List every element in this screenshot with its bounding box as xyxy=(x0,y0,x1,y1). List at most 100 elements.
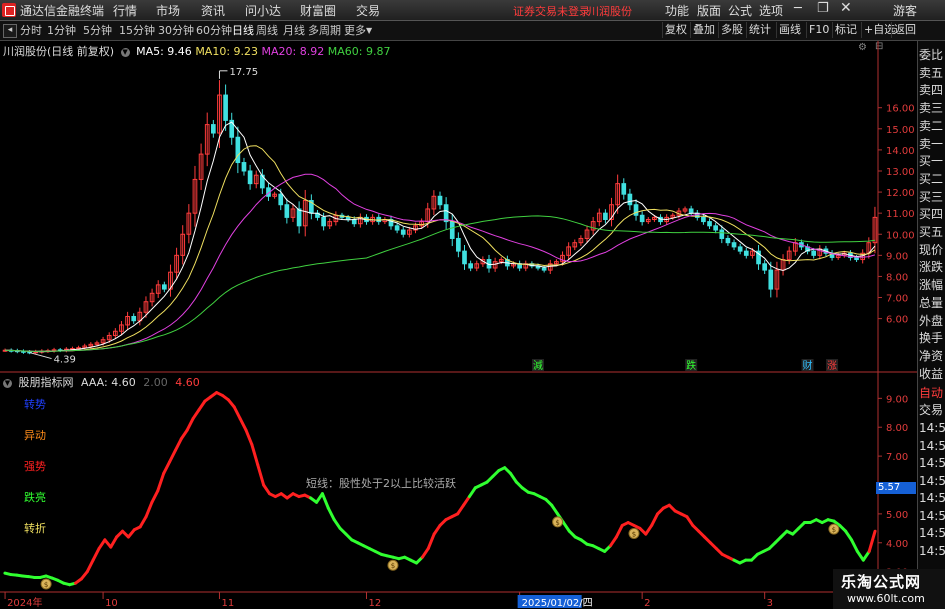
indicator-segment xyxy=(156,471,166,493)
menu-item-ask[interactable]: 问小达 xyxy=(245,2,281,19)
coin-icon-glyph: $ xyxy=(555,519,559,527)
price-tick-label: 14.00 xyxy=(886,146,915,157)
candle xyxy=(719,229,725,239)
coin-icon-glyph: $ xyxy=(44,581,48,589)
price-tick-label: 12.00 xyxy=(886,188,915,199)
stats-button[interactable]: 统计 xyxy=(746,22,773,38)
tab-multi-period[interactable]: 多周期 xyxy=(308,22,341,39)
indicator-segment xyxy=(332,518,342,530)
login-notice[interactable]: 证券交易未登录 xyxy=(513,3,590,19)
candle xyxy=(768,269,774,290)
side-row-12: 涨跌 xyxy=(919,260,944,275)
indicator-tick-label: 7.00 xyxy=(886,452,908,463)
indicator-segment xyxy=(197,399,207,412)
indicator-segment xyxy=(150,489,160,504)
back-button[interactable]: 返回 xyxy=(891,22,918,38)
nav-left-icon[interactable]: ◂ xyxy=(3,24,17,38)
indicator-segment xyxy=(109,535,119,549)
side-row-4: 卖二 xyxy=(919,118,944,133)
more-chevron-icon[interactable]: ▼ xyxy=(366,22,372,39)
menu-item-formula[interactable]: 公式 xyxy=(728,2,752,19)
mark-button[interactable]: 标记 xyxy=(832,22,859,38)
indicator-annotations: 转势异动强势跌亮转折 短线：股性处于2以上比较活跃 $ $ $ $ $ xyxy=(24,397,840,590)
indicator-segment xyxy=(244,428,254,447)
menu-item-options[interactable]: 选项 xyxy=(759,2,783,19)
indicator-segment xyxy=(850,538,859,553)
candle xyxy=(345,216,351,220)
price-tick-label: 15.00 xyxy=(886,125,915,136)
side-row-16: 换手 xyxy=(919,331,944,346)
indicator-segment xyxy=(432,523,442,536)
menu-item-layout[interactable]: 版面 xyxy=(697,2,721,19)
date-axis: 2024年1011122025/01/02/四234 xyxy=(4,592,773,609)
f10-button[interactable]: F10 xyxy=(806,22,831,38)
menu-item-wealth[interactable]: 财富圈 xyxy=(300,2,336,19)
tab-daily[interactable]: 日线 xyxy=(232,22,254,39)
menu-item-news[interactable]: 资讯 xyxy=(201,2,225,19)
adjust-button[interactable]: 复权 xyxy=(662,22,689,38)
tab-1min[interactable]: 1分钟 xyxy=(47,22,76,39)
menu-item-market[interactable]: 市场 xyxy=(156,2,180,19)
auto-trade-toggle[interactable]: 自动 xyxy=(919,384,943,401)
marker-text: 跌 xyxy=(686,359,696,372)
chart-area[interactable]: 6.00 7.00 8.00 9.00 10.00 11.00 12.00 13.00 14.0… xyxy=(0,41,917,609)
overlay-button[interactable]: 叠加 xyxy=(690,22,717,38)
date-label: 11 xyxy=(221,598,234,609)
tab-more[interactable]: 更多 xyxy=(344,22,366,39)
menu-bar: 通达信金融终端 行情 市场 资讯 问小达 财富圈 交易 证券交易未登录 川润股份… xyxy=(0,0,945,21)
close-icon[interactable]: ✕ xyxy=(840,0,852,16)
candle xyxy=(737,246,743,252)
menu-item-trade[interactable]: 交易 xyxy=(356,2,380,19)
side-row-8: 买三 xyxy=(919,189,944,204)
tick-time: 14:56 xyxy=(919,438,945,453)
side-row-17: 净资 xyxy=(919,348,944,363)
price-tick-label: 6.00 xyxy=(886,315,908,326)
tab-weekly[interactable]: 周线 xyxy=(256,22,278,39)
marker-text: 财 xyxy=(803,359,813,372)
date-label: 2025/01/02/四 xyxy=(522,598,593,609)
candle xyxy=(701,216,706,223)
tick-time: 14:56 xyxy=(919,491,945,505)
watermark-title: 乐淘公式网 xyxy=(841,573,922,591)
guest-label[interactable]: 游客 xyxy=(893,2,917,19)
tab-15min[interactable]: 15分钟 xyxy=(119,22,155,39)
minimize-icon[interactable]: ─ xyxy=(794,1,802,16)
side-row-18: 收益 xyxy=(919,366,944,381)
multi-stock-button[interactable]: 多股 xyxy=(718,22,745,38)
indicator-segment xyxy=(85,558,95,574)
tab-30min[interactable]: 30分钟 xyxy=(158,22,194,39)
menu-item-function[interactable]: 功能 xyxy=(665,2,689,19)
price-tick-label: 16.00 xyxy=(886,104,915,115)
date-label: 3 xyxy=(767,598,773,609)
indicator-segment xyxy=(509,471,518,484)
candle xyxy=(443,204,449,223)
trade-button[interactable]: 交易 xyxy=(919,401,943,418)
side-row-15: 外盘 xyxy=(919,313,944,328)
restore-icon[interactable]: ❐ xyxy=(817,1,829,16)
tab-monthly[interactable]: 月线 xyxy=(283,22,305,39)
indicator-segment xyxy=(250,443,260,467)
side-row-7: 买二 xyxy=(919,171,944,186)
legend-3: 跌亮 xyxy=(24,490,46,504)
menu-item-quotes[interactable]: 行情 xyxy=(113,2,137,19)
legend-2: 强势 xyxy=(24,460,46,473)
watermark-url: www.60lt.com xyxy=(847,592,925,605)
tick-time: 14:56 xyxy=(919,508,945,523)
tab-5min[interactable]: 5分钟 xyxy=(83,22,112,39)
price-tick-label: 10.00 xyxy=(886,230,915,241)
candle xyxy=(296,208,302,227)
indicator-segment xyxy=(426,532,436,551)
draw-line-button[interactable]: 画线 xyxy=(776,22,803,38)
indicator-annotation: 短线：股性处于2以上比较活跃 xyxy=(306,476,456,490)
indicator-segment xyxy=(614,523,624,539)
indicator-tick-label: 5.00 xyxy=(886,510,908,521)
tab-60min[interactable]: 60分钟 xyxy=(196,22,232,39)
tab-intraday[interactable]: 分时 xyxy=(20,22,42,39)
date-label: 2024年 xyxy=(7,596,42,609)
indicator-segment xyxy=(644,523,654,536)
side-row-3: 卖三 xyxy=(919,101,944,116)
quote-side-panel: 委比 卖五 卖四 卖三 卖二 卖一 买一 买二 买三 买四 买五 现价 涨跌 涨幅 总量 外盘 换手 净资 收益 自动… xyxy=(917,41,945,609)
candle xyxy=(639,214,645,223)
indicator-segment xyxy=(561,521,571,533)
tick-time: 14:56 xyxy=(919,473,945,488)
